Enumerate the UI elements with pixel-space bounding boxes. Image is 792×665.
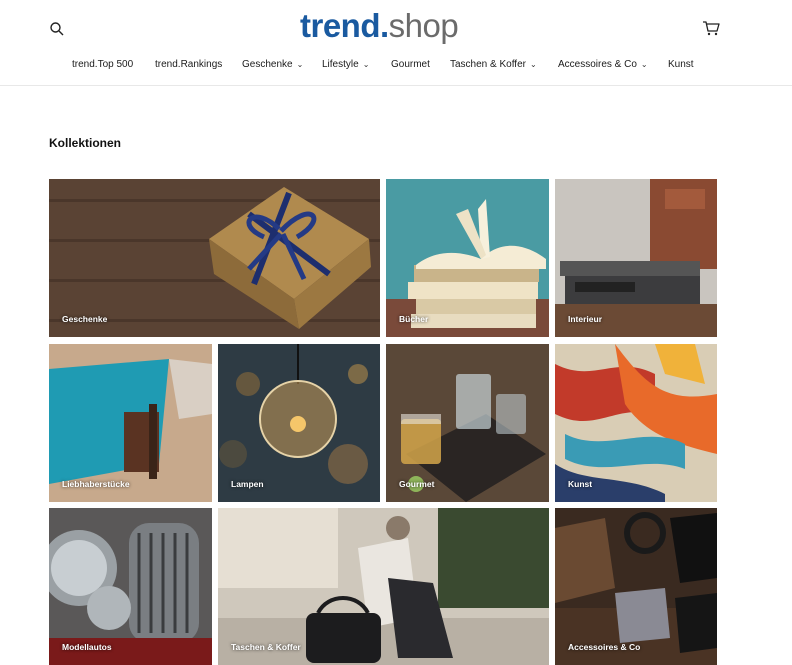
collection-tile-liebhaberstuecke[interactable]: Liebhaberstücke (49, 344, 212, 502)
nav-item-lifestyle[interactable]: Lifestyle ⌄ (322, 58, 369, 72)
nav-item-gourmet[interactable]: Gourmet (391, 58, 430, 72)
nav-item-kunst[interactable]: Kunst (668, 58, 694, 72)
chevron-down-icon: ⌄ (640, 60, 648, 69)
collection-label: Taschen & Koffer (231, 642, 301, 652)
page-title: Kollektionen (49, 136, 122, 150)
nav-item-rankings[interactable]: trend.Rankings (155, 58, 222, 72)
site-header: trend.shop trend.Top 500 trend.Rankings … (0, 0, 792, 86)
search-icon[interactable] (49, 21, 65, 37)
collection-label: Geschenke (62, 314, 108, 324)
collection-label: Lampen (231, 479, 264, 489)
collection-label: Accessoires & Co (568, 642, 641, 652)
collection-tile-kunst[interactable]: Kunst (555, 344, 717, 502)
logo-thin: shop (388, 7, 459, 44)
collection-label: Bücher (399, 314, 429, 324)
collection-tile-buecher[interactable]: Bücher (386, 179, 549, 337)
collection-tile-taschen-koffer[interactable]: Taschen & Koffer (218, 508, 549, 665)
nav-item-taschen-koffer[interactable]: Taschen & Koffer ⌄ (450, 58, 537, 72)
nav-item-geschenke[interactable]: Geschenke ⌄ (242, 58, 303, 72)
chevron-down-icon: ⌄ (296, 60, 304, 69)
chevron-down-icon: ⌄ (529, 60, 537, 69)
nav-item-top500[interactable]: trend.Top 500 (72, 58, 133, 72)
collection-label: Gourmet (399, 479, 435, 489)
logo-bold: trend. (300, 7, 389, 44)
main-nav: trend.Top 500 trend.Rankings Geschenke ⌄ … (0, 58, 792, 74)
collection-label: Liebhaberstücke (62, 479, 130, 489)
collection-tile-accessoires[interactable]: Accessoires & Co (555, 508, 717, 665)
site-logo[interactable]: trend.shop (300, 6, 459, 46)
collection-label: Interieur (568, 314, 603, 324)
collection-tile-lampen[interactable]: Lampen (218, 344, 380, 502)
cart-icon[interactable] (702, 20, 720, 36)
collection-label: Modellautos (62, 642, 112, 652)
collection-tile-geschenke[interactable]: Geschenke (49, 179, 380, 337)
nav-item-accessoires[interactable]: Accessoires & Co ⌄ (558, 58, 648, 72)
collection-label: Kunst (568, 479, 593, 489)
collection-tile-gourmet[interactable]: Gourmet (386, 344, 549, 502)
chevron-down-icon: ⌄ (362, 60, 370, 69)
collection-tile-interieur[interactable]: Interieur (555, 179, 717, 337)
collection-tile-modellautos[interactable]: Modellautos (49, 508, 212, 665)
